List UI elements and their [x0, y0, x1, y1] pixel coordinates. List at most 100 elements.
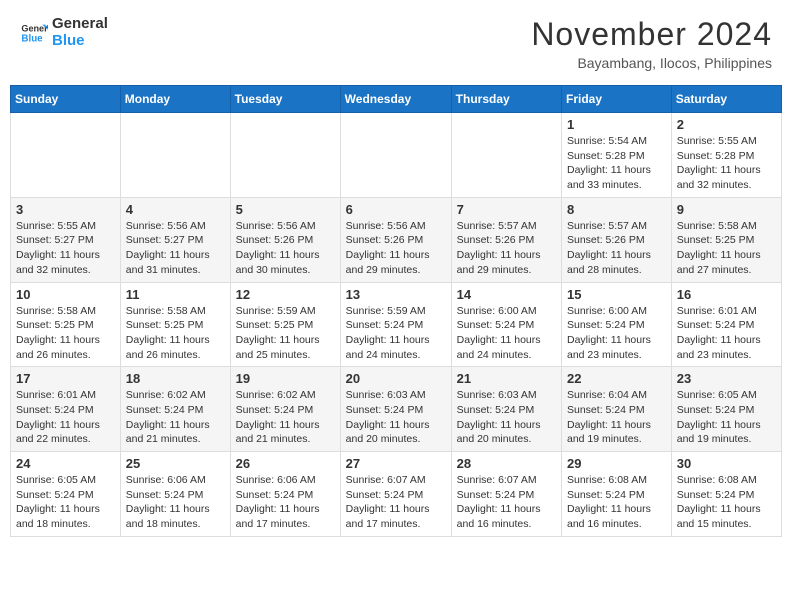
day-info: Sunrise: 5:55 AMSunset: 5:27 PMDaylight:… [16, 219, 115, 278]
calendar-cell: 27 Sunrise: 6:07 AMSunset: 5:24 PMDayligh… [340, 452, 451, 537]
day-info: Sunrise: 5:57 AMSunset: 5:26 PMDaylight:… [457, 219, 556, 278]
weekday-header: Tuesday [230, 86, 340, 113]
calendar-cell [451, 113, 561, 198]
day-info: Sunrise: 6:04 AMSunset: 5:24 PMDaylight:… [567, 388, 666, 447]
logo-text-line1: General [52, 16, 108, 33]
calendar-cell: 26 Sunrise: 6:06 AMSunset: 5:24 PMDayligh… [230, 452, 340, 537]
calendar-cell: 29 Sunrise: 6:08 AMSunset: 5:24 PMDayligh… [562, 452, 672, 537]
weekday-header: Wednesday [340, 86, 451, 113]
logo: General Blue General Blue [20, 16, 108, 49]
day-info: Sunrise: 5:56 AMSunset: 5:26 PMDaylight:… [346, 219, 446, 278]
day-number: 2 [677, 117, 776, 132]
calendar-cell: 17 Sunrise: 6:01 AMSunset: 5:24 PMDayligh… [11, 367, 121, 452]
day-info: Sunrise: 6:07 AMSunset: 5:24 PMDaylight:… [346, 473, 446, 532]
day-info: Sunrise: 5:58 AMSunset: 5:25 PMDaylight:… [126, 304, 225, 363]
calendar-cell: 25 Sunrise: 6:06 AMSunset: 5:24 PMDayligh… [120, 452, 230, 537]
calendar-cell: 21 Sunrise: 6:03 AMSunset: 5:24 PMDayligh… [451, 367, 561, 452]
calendar-cell [11, 113, 121, 198]
day-number: 5 [236, 202, 335, 217]
month-title: November 2024 [531, 16, 772, 53]
day-number: 10 [16, 287, 115, 302]
day-number: 11 [126, 287, 225, 302]
day-info: Sunrise: 6:06 AMSunset: 5:24 PMDaylight:… [126, 473, 225, 532]
day-number: 13 [346, 287, 446, 302]
location-title: Bayambang, Ilocos, Philippines [531, 55, 772, 71]
weekday-header: Thursday [451, 86, 561, 113]
calendar-cell: 19Sunrise: 6:02 AMSunset: 5:24 PMDayligh… [230, 367, 340, 452]
svg-text:Blue: Blue [21, 33, 43, 44]
day-number: 23 [677, 371, 776, 386]
day-info: Sunrise: 6:00 AMSunset: 5:24 PMDaylight:… [567, 304, 666, 363]
day-number: 3 [16, 202, 115, 217]
day-number: 15 [567, 287, 666, 302]
day-info: Sunrise: 5:58 AMSunset: 5:25 PMDaylight:… [16, 304, 115, 363]
day-number: 30 [677, 456, 776, 471]
calendar-header: SundayMondayTuesdayWednesdayThursdayFrid… [11, 86, 782, 113]
day-number: 12 [236, 287, 335, 302]
day-info: Sunrise: 6:00 AMSunset: 5:24 PMDaylight:… [457, 304, 556, 363]
calendar-cell: 11 Sunrise: 5:58 AMSunset: 5:25 PMDayligh… [120, 282, 230, 367]
calendar-cell: 10 Sunrise: 5:58 AMSunset: 5:25 PMDayligh… [11, 282, 121, 367]
day-number: 4 [126, 202, 225, 217]
day-info: Sunrise: 5:59 AMSunset: 5:24 PMDaylight:… [346, 304, 446, 363]
day-number: 21 [457, 371, 556, 386]
calendar-table: SundayMondayTuesdayWednesdayThursdayFrid… [10, 85, 782, 537]
calendar-cell: 1 Sunrise: 5:54 AMSunset: 5:28 PMDaylight… [562, 113, 672, 198]
weekday-header: Monday [120, 86, 230, 113]
calendar-cell: 8 Sunrise: 5:57 AMSunset: 5:26 PMDaylight… [562, 197, 672, 282]
day-info: Sunrise: 6:01 AMSunset: 5:24 PMDaylight:… [16, 388, 115, 447]
day-number: 1 [567, 117, 666, 132]
calendar-cell: 30Sunrise: 6:08 AMSunset: 5:24 PMDayligh… [671, 452, 781, 537]
weekday-header: Sunday [11, 86, 121, 113]
day-number: 29 [567, 456, 666, 471]
day-number: 27 [346, 456, 446, 471]
day-info: Sunrise: 5:59 AMSunset: 5:25 PMDaylight:… [236, 304, 335, 363]
calendar-cell: 4Sunrise: 5:56 AMSunset: 5:27 PMDaylight… [120, 197, 230, 282]
day-number: 8 [567, 202, 666, 217]
day-number: 17 [16, 371, 115, 386]
day-number: 25 [126, 456, 225, 471]
day-number: 6 [346, 202, 446, 217]
day-number: 28 [457, 456, 556, 471]
day-number: 16 [677, 287, 776, 302]
calendar-cell: 14 Sunrise: 6:00 AMSunset: 5:24 PMDayligh… [451, 282, 561, 367]
day-info: Sunrise: 6:07 AMSunset: 5:24 PMDaylight:… [457, 473, 556, 532]
day-info: Sunrise: 6:06 AMSunset: 5:24 PMDaylight:… [236, 473, 335, 532]
day-number: 20 [346, 371, 446, 386]
calendar-cell: 6 Sunrise: 5:56 AMSunset: 5:26 PMDaylight… [340, 197, 451, 282]
day-info: Sunrise: 6:01 AMSunset: 5:24 PMDaylight:… [677, 304, 776, 363]
calendar-cell [120, 113, 230, 198]
day-number: 9 [677, 202, 776, 217]
day-number: 24 [16, 456, 115, 471]
calendar-cell: 12 Sunrise: 5:59 AMSunset: 5:25 PMDayligh… [230, 282, 340, 367]
day-number: 14 [457, 287, 556, 302]
calendar-cell: 2 Sunrise: 5:55 AMSunset: 5:28 PMDaylight… [671, 113, 781, 198]
calendar-cell [340, 113, 451, 198]
calendar-cell: 28 Sunrise: 6:07 AMSunset: 5:24 PMDayligh… [451, 452, 561, 537]
calendar-cell: 15 Sunrise: 6:00 AMSunset: 5:24 PMDayligh… [562, 282, 672, 367]
weekday-header: Saturday [671, 86, 781, 113]
calendar-cell: 7 Sunrise: 5:57 AMSunset: 5:26 PMDaylight… [451, 197, 561, 282]
calendar-cell: 5Sunrise: 5:56 AMSunset: 5:26 PMDaylight… [230, 197, 340, 282]
day-info: Sunrise: 6:08 AMSunset: 5:24 PMDaylight:… [567, 473, 666, 532]
logo-icon: General Blue [20, 19, 48, 47]
day-number: 7 [457, 202, 556, 217]
page-header: General Blue General Blue November 2024 … [10, 10, 782, 77]
day-info: Sunrise: 5:55 AMSunset: 5:28 PMDaylight:… [677, 134, 776, 193]
title-block: November 2024 Bayambang, Ilocos, Philipp… [531, 16, 772, 71]
calendar-cell: 22 Sunrise: 6:04 AMSunset: 5:24 PMDayligh… [562, 367, 672, 452]
day-number: 26 [236, 456, 335, 471]
calendar-cell: 16 Sunrise: 6:01 AMSunset: 5:24 PMDayligh… [671, 282, 781, 367]
calendar-cell: 3 Sunrise: 5:55 AMSunset: 5:27 PMDaylight… [11, 197, 121, 282]
day-number: 22 [567, 371, 666, 386]
day-info: Sunrise: 5:57 AMSunset: 5:26 PMDaylight:… [567, 219, 666, 278]
day-info: Sunrise: 6:05 AMSunset: 5:24 PMDaylight:… [16, 473, 115, 532]
day-info: Sunrise: 5:54 AMSunset: 5:28 PMDaylight:… [567, 134, 666, 193]
day-info: Sunrise: 6:05 AMSunset: 5:24 PMDaylight:… [677, 388, 776, 447]
day-info: Sunrise: 6:02 AMSunset: 5:24 PMDaylight:… [126, 388, 225, 447]
day-info: Sunrise: 6:03 AMSunset: 5:24 PMDaylight:… [346, 388, 446, 447]
day-number: 18 [126, 371, 225, 386]
day-info: Sunrise: 6:03 AMSunset: 5:24 PMDaylight:… [457, 388, 556, 447]
calendar-cell: 23 Sunrise: 6:05 AMSunset: 5:24 PMDayligh… [671, 367, 781, 452]
day-info: Sunrise: 6:02 AMSunset: 5:24 PMDaylight:… [236, 388, 335, 447]
